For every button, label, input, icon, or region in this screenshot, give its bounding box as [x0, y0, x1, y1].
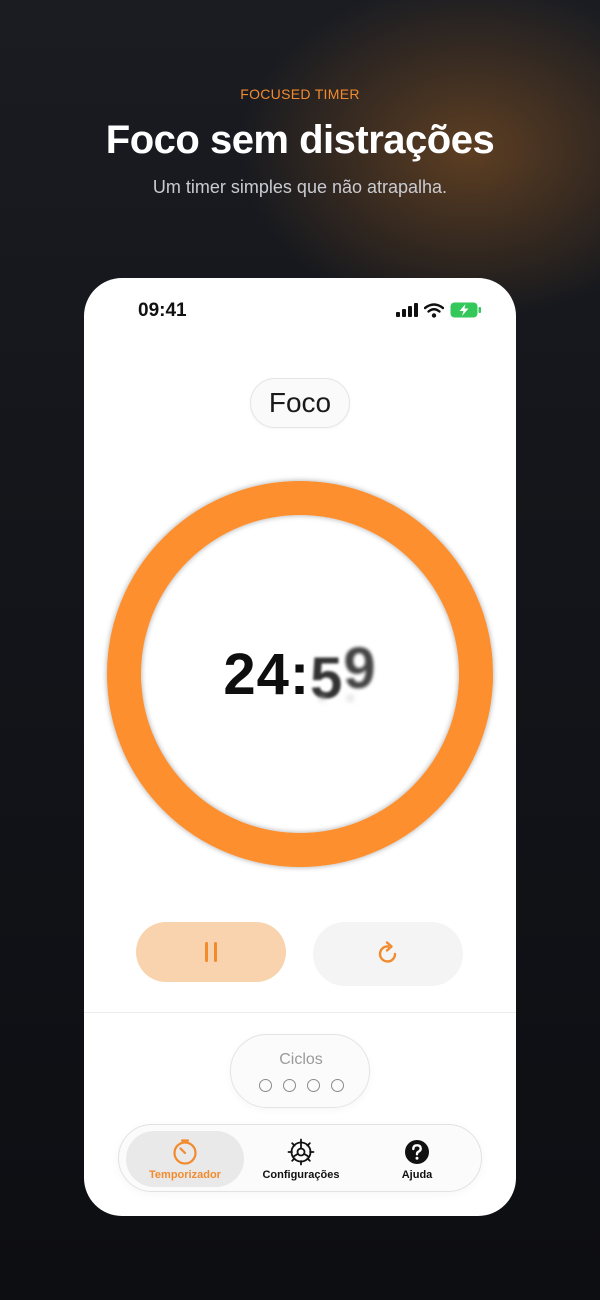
cycles-indicator: Ciclos: [230, 1034, 370, 1108]
status-bar: 09:41: [84, 278, 516, 342]
tab-ajuda[interactable]: Ajuda: [358, 1131, 476, 1187]
timer-ring: 24 : 59 · ·: [100, 474, 500, 874]
phone-screen: 09:41 Foco 24: 59 · · Ciclos Temporizad…: [84, 278, 516, 1216]
tab-label: Temporizador: [149, 1168, 221, 1181]
app-kicker: FOCUSED TIMER: [240, 86, 360, 102]
cycle-dot: [259, 1079, 272, 1092]
rolling-digit-blur: ·: [318, 682, 328, 715]
tab-label: Ajuda: [401, 1168, 433, 1181]
help-icon: [405, 1139, 429, 1164]
status-icons: [396, 302, 482, 318]
cellular-signal-icon: [396, 303, 418, 317]
tab-label: Configurações: [262, 1168, 340, 1181]
gear-icon: [287, 1138, 315, 1165]
wifi-icon: [424, 302, 444, 318]
reset-button[interactable]: [313, 922, 463, 986]
cycle-dot: [331, 1079, 344, 1092]
rolling-digit-blur: ·: [346, 682, 356, 715]
mode-selector[interactable]: Foco: [250, 378, 350, 428]
pause-button[interactable]: [136, 922, 286, 982]
tab-temporizador[interactable]: Temporizador: [126, 1131, 244, 1187]
status-time: 09:41: [138, 300, 187, 321]
subheadline: Um timer simples que não atrapalha.: [152, 177, 448, 197]
headline: Foco sem distrações: [105, 118, 495, 162]
timer-minutes: 24: [223, 641, 290, 707]
timer-display: 24 : 59: [100, 474, 500, 874]
tab-bar: Temporizador Configurações Ajuda: [118, 1124, 482, 1192]
timer-controls: [84, 922, 516, 986]
cycle-dot: [307, 1079, 320, 1092]
pause-icon: [205, 942, 217, 962]
cycles-label: Ciclos: [279, 1051, 323, 1068]
restart-icon: [378, 941, 397, 963]
section-divider: [84, 1012, 516, 1013]
cycle-dot: [283, 1079, 296, 1092]
cycle-dots: [259, 1079, 344, 1092]
battery-charging-icon: [450, 302, 481, 318]
timer-separator: :: [289, 641, 311, 707]
tab-configuracoes[interactable]: Configurações: [242, 1131, 360, 1187]
stopwatch-icon: [173, 1138, 197, 1165]
